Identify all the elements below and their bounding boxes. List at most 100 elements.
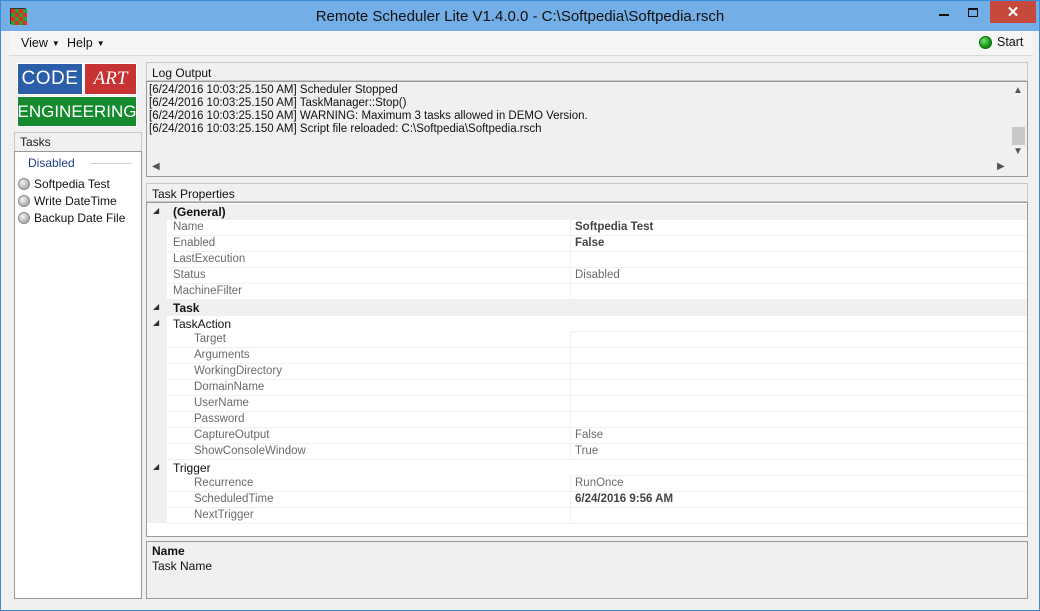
property-value-cell[interactable] [571,268,1027,284]
property-name: WorkingDirectory [194,365,282,377]
task-status-icon [18,178,30,190]
collapse-triangle-icon[interactable]: ◢ [153,206,159,215]
start-button[interactable]: Start [979,35,1023,49]
property-row[interactable]: DomainName [147,380,1027,396]
property-value-cell[interactable] [571,332,1027,348]
property-name: UserName [194,397,249,409]
property-name: ShowConsoleWindow [194,445,306,457]
property-name-cell [167,236,571,252]
logo-engineering: ENGINEERING [17,96,137,127]
property-name: Recurrence [194,477,254,489]
property-row[interactable]: Status Disabled [147,268,1027,284]
task-item[interactable]: Softpedia Test [18,176,110,192]
logo-art: ART [84,63,137,95]
property-value[interactable]: True [575,445,598,457]
property-value[interactable]: Softpedia Test [575,221,653,233]
property-name: Arguments [194,349,250,361]
property-value-cell[interactable] [571,380,1027,396]
start-label: Start [997,35,1024,49]
property-row[interactable]: Password [147,412,1027,428]
property-name: MachineFilter [173,285,243,297]
task-properties-header: Task Properties [146,183,1028,202]
property-value[interactable]: 6/24/2016 9:56 AM [575,493,673,505]
property-row[interactable]: WorkingDirectory [147,364,1027,380]
property-name: Enabled [173,237,216,249]
property-value-cell[interactable] [571,236,1027,252]
property-row[interactable]: Target [147,332,1027,348]
property-value-cell[interactable] [571,444,1027,460]
property-name: ScheduledTime [194,493,274,505]
maximize-button[interactable] [958,1,988,23]
property-value-cell[interactable] [571,252,1027,268]
property-category-label: TaskAction [173,317,232,331]
menu-bar: View ▼ Help ▼ Start [9,31,1033,56]
log-output-panel[interactable]: [6/24/2016 10:03:25.150 AM] Scheduler St… [146,81,1028,177]
task-item[interactable]: Backup Date File [18,210,125,226]
property-name-cell [167,332,571,348]
scroll-thumb[interactable] [1012,127,1025,145]
minimize-icon [939,14,949,16]
collapse-triangle-icon[interactable]: ◢ [153,462,159,471]
log-horizontal-scrollbar[interactable]: ◀ ▶ [147,160,1009,176]
collapse-triangle-icon[interactable]: ◢ [153,302,159,311]
scroll-right-icon[interactable]: ▶ [997,161,1005,172]
description-text: Task Name [152,559,213,573]
log-line: [6/24/2016 10:03:25.150 AM] WARNING: Max… [149,110,588,122]
property-row[interactable]: Recurrence RunOnce [147,476,1027,492]
chevron-down-icon: ▼ [96,39,105,48]
property-value-cell[interactable] [571,348,1027,364]
property-category[interactable]: ◢ (General) [147,204,1027,220]
property-value[interactable]: RunOnce [575,477,624,489]
property-value-cell[interactable] [571,508,1027,524]
property-grid[interactable]: ◢ (General) Name Softpedia Test Enabled False… [146,202,1028,537]
property-row[interactable]: Name Softpedia Test [147,220,1027,236]
property-row[interactable]: MachineFilter [147,284,1027,300]
log-vertical-scrollbar[interactable]: ▲ ▼ [1009,82,1027,160]
minimize-button[interactable] [929,1,959,23]
menu-view-label: View [21,36,48,50]
menu-view[interactable]: View ▼ [21,36,60,50]
chevron-down-icon: ▼ [51,39,60,48]
log-line: [6/24/2016 10:03:25.150 AM] Scheduler St… [149,84,398,96]
title-bar[interactable]: Remote Scheduler Lite V1.4.0.0 - C:\Soft… [1,1,1039,31]
property-value-cell[interactable] [571,428,1027,444]
tasks-list[interactable]: Disabled Softpedia Test Write DateTime B… [14,151,142,599]
property-value[interactable]: False [575,237,604,249]
property-value-cell[interactable] [571,412,1027,428]
property-row[interactable]: UserName [147,396,1027,412]
close-button[interactable]: ✕ [990,1,1036,23]
property-row[interactable]: NextTrigger [147,508,1027,524]
property-name: CaptureOutput [194,429,270,441]
property-value[interactable]: False [575,429,603,441]
logo-code: CODE [17,63,83,95]
property-value-cell[interactable] [571,476,1027,492]
property-row[interactable]: LastExecution [147,252,1027,268]
property-value-cell[interactable] [571,284,1027,300]
property-description-panel: Name Task Name [146,541,1028,599]
property-name: NextTrigger [194,509,254,521]
property-value-cell[interactable] [571,364,1027,380]
property-value-cell[interactable] [571,396,1027,412]
property-row[interactable]: Arguments [147,348,1027,364]
scroll-up-icon[interactable]: ▲ [1013,85,1023,96]
property-row[interactable]: ShowConsoleWindow True [147,444,1027,460]
property-subcategory[interactable]: ◢ Trigger [147,460,1027,476]
collapse-triangle-icon[interactable]: ◢ [153,318,159,327]
task-item[interactable]: Write DateTime [18,193,117,209]
property-value-cell [571,460,1027,476]
property-row[interactable]: CaptureOutput False [147,428,1027,444]
start-status-icon [979,35,992,49]
property-name-cell [167,268,571,284]
description-title: Name [152,544,185,558]
scroll-down-icon[interactable]: ▼ [1013,146,1023,157]
property-row[interactable]: ScheduledTime 6/24/2016 9:56 AM [147,492,1027,508]
task-group-label[interactable]: Disabled [28,156,75,170]
property-name-cell [167,220,571,236]
property-category-label: (General) [173,205,226,219]
menu-help[interactable]: Help ▼ [67,36,105,50]
scroll-left-icon[interactable]: ◀ [152,161,160,172]
property-category[interactable]: ◢ Task [147,300,1027,316]
property-row[interactable]: Enabled False [147,236,1027,252]
property-value[interactable]: Disabled [575,269,620,281]
property-subcategory[interactable]: ◢ TaskAction [147,316,1027,332]
